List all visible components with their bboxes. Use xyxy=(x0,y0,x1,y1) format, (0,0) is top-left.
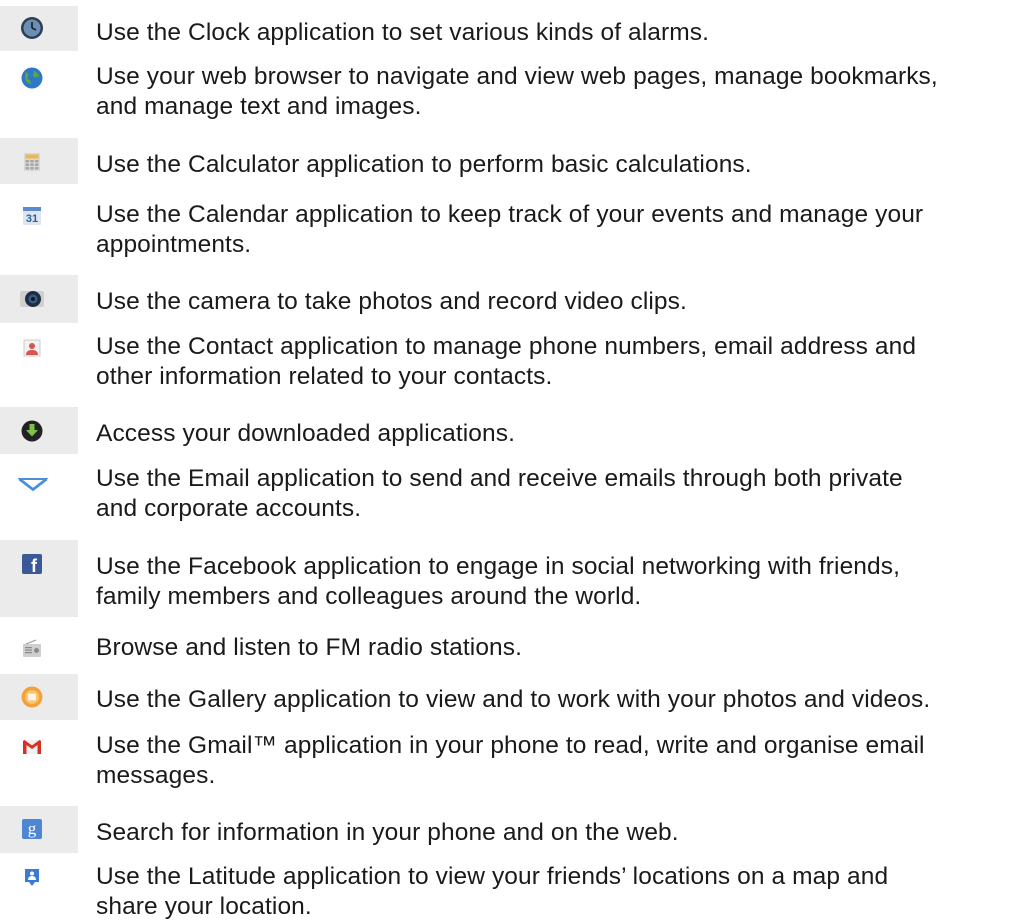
app-description: Use the Latitude application to view you… xyxy=(96,863,889,920)
downloads-icon xyxy=(21,420,43,442)
calculator-icon xyxy=(24,153,40,171)
gmail-icon xyxy=(23,740,41,754)
facebook-icon: f xyxy=(22,554,42,576)
icon-cell: f xyxy=(0,540,78,617)
svg-text:31: 31 xyxy=(26,213,38,225)
fm-radio-icon xyxy=(23,639,41,657)
app-description: Use the camera to take photos and record… xyxy=(96,288,687,315)
app-description: Access your downloaded applications. xyxy=(96,420,515,447)
contacts-icon xyxy=(23,339,41,357)
app-description: Browse and listen to FM radio stations. xyxy=(96,634,523,661)
app-description: Use the Gallery application to view and … xyxy=(96,686,931,713)
email-envelope-icon xyxy=(18,478,48,492)
svg-text:g: g xyxy=(28,819,37,838)
calendar-icon: 31 xyxy=(23,207,41,225)
app-list: Use the Clock application to set various… xyxy=(0,0,1015,923)
app-description: Search for information in your phone and… xyxy=(96,819,679,846)
icon-cell xyxy=(0,674,78,720)
icon-cell xyxy=(0,6,78,51)
icon-cell xyxy=(0,275,78,323)
icon-cell: g xyxy=(0,806,78,853)
camera-icon xyxy=(20,291,44,307)
gallery-icon xyxy=(21,686,43,708)
app-description: Use the Clock application to set various… xyxy=(96,19,710,46)
app-description: Use the Gmail™ application in your phone… xyxy=(96,732,925,789)
svg-text:f: f xyxy=(31,556,38,576)
icon-cell xyxy=(0,407,78,454)
app-description: Use the Email application to send and re… xyxy=(96,465,903,522)
app-description: Use the Calendar application to keep tra… xyxy=(96,201,924,258)
google-search-icon: g xyxy=(22,819,42,839)
icon-cell xyxy=(0,138,78,184)
clock-icon xyxy=(21,17,43,39)
app-description: Use the Facebook application to engage i… xyxy=(96,553,901,610)
app-description: Use the Calculator application to perfor… xyxy=(96,151,752,178)
latitude-icon xyxy=(25,869,39,886)
browser-globe-icon xyxy=(21,67,43,89)
app-description: Use your web browser to navigate and vie… xyxy=(96,63,938,120)
app-description: Use the Contact application to manage ph… xyxy=(96,333,917,390)
